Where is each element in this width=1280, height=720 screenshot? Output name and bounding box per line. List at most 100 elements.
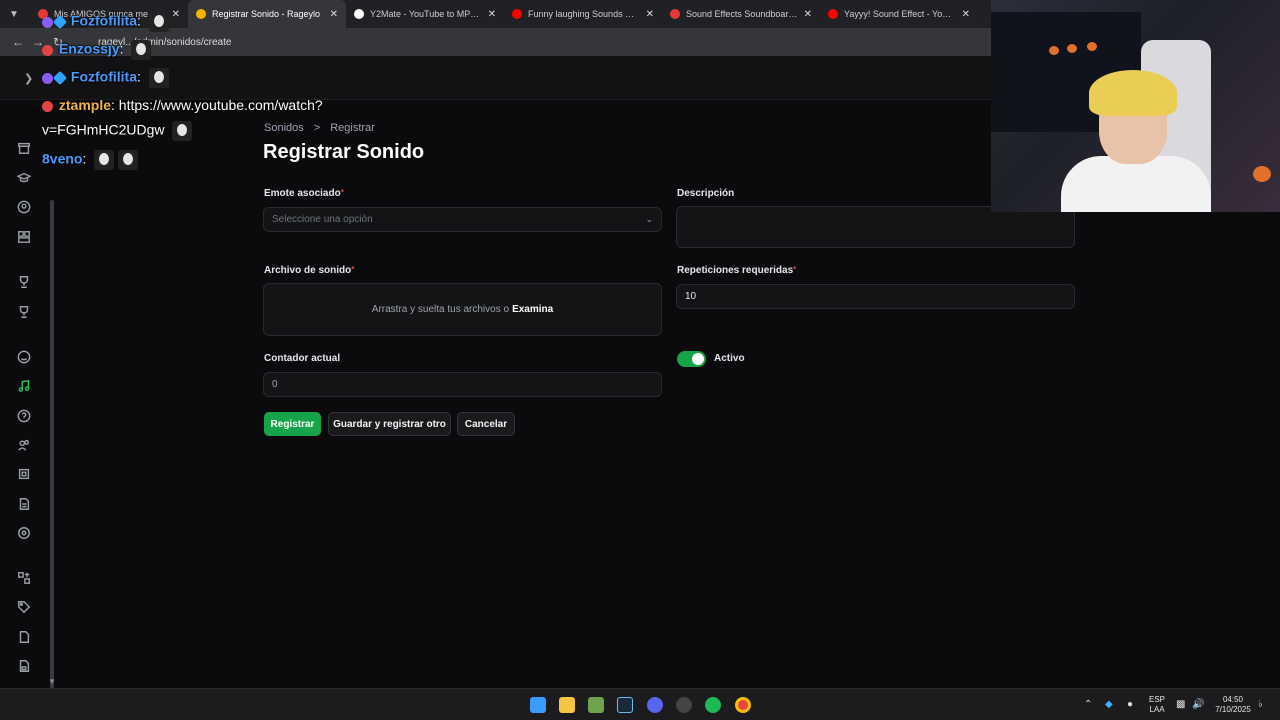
emote-icon (118, 150, 139, 170)
volume-icon[interactable]: 🔊 (1192, 699, 1204, 710)
registrar-button[interactable]: Registrar (264, 412, 321, 436)
chat-message: Fozfofilita: (42, 68, 169, 88)
youtube-favicon-icon (828, 9, 838, 19)
close-icon[interactable]: ✕ (646, 9, 654, 20)
music-note-icon[interactable] (16, 378, 32, 394)
tab-title: Y2Mate - YouTube to MP3 Con (370, 9, 482, 19)
descripcion-label: Descripción (677, 188, 735, 199)
close-icon[interactable]: ✕ (804, 9, 812, 20)
chat-text: https://www.youtube.com/watch? (118, 97, 323, 113)
streamer-shirt (1061, 156, 1211, 212)
minecraft-icon[interactable] (588, 697, 604, 713)
clock[interactable]: 04:50 7/10/2025 (1208, 695, 1258, 715)
site-favicon-icon (196, 9, 206, 19)
page-title: Registrar Sonido (263, 141, 425, 163)
archivo-label: Archivo de sonido* (264, 265, 355, 276)
chat-message-continued: v=FGHmHC2UDgw (42, 121, 193, 141)
scroll-down-arrow-icon[interactable]: ▼ (48, 677, 56, 686)
tab-title: Yayyy! Sound Effect - YouTube (844, 9, 956, 19)
file-dropzone[interactable]: Arrastra y suelta tus archivos o Examina (263, 283, 662, 336)
layout-icon[interactable] (16, 229, 32, 245)
trophy-icon[interactable] (16, 274, 32, 290)
repeticiones-label: Repeticiones requeridas* (677, 265, 797, 276)
guardar-registrar-otro-button[interactable]: Guardar y registrar otro (328, 412, 451, 436)
browser-tab[interactable]: Sound Effects Soundboard - Im ✕ (662, 0, 820, 28)
user-badge-icon (42, 100, 53, 112)
windows-start-icon[interactable] (530, 697, 546, 713)
tab-search-chevron-icon[interactable]: ▼ (4, 4, 24, 24)
obs-icon[interactable] (676, 697, 692, 713)
repeticiones-input[interactable]: 10 (676, 284, 1075, 309)
spotify-icon[interactable] (705, 697, 721, 713)
chat-separator: : (82, 150, 87, 167)
chat-separator: : (137, 12, 141, 29)
close-icon[interactable]: ✕ (330, 9, 338, 20)
close-icon[interactable]: ✕ (172, 9, 180, 20)
users-icon[interactable] (16, 437, 32, 453)
activo-toggle[interactable] (677, 351, 706, 367)
close-icon[interactable]: ✕ (488, 9, 496, 20)
breadcrumb: Sonidos > Registrar (264, 122, 375, 134)
emote-icon (94, 150, 115, 170)
sidebar-scrollbar[interactable]: ▼ (48, 100, 56, 690)
tray-chevron-up-icon[interactable]: ⌃ (1084, 699, 1092, 710)
chat-username: ztample (58, 97, 112, 113)
browse-link[interactable]: Examina (512, 304, 553, 315)
y2mate-favicon-icon (354, 9, 364, 19)
trophy-icon[interactable] (16, 304, 32, 320)
chat-text: v=FGHmHC2UDgw (42, 121, 165, 138)
chat-message: ztample: https://www.youtube.com/watch? (42, 97, 323, 113)
breadcrumb-current: Registrar (330, 122, 375, 134)
dropzone-text: Arrastra y suelta tus archivos o (371, 304, 510, 315)
soundboard-favicon-icon (670, 9, 680, 19)
chat-username: 8veno (42, 150, 83, 167)
cancelar-button[interactable]: Cancelar (457, 412, 515, 436)
smiley-icon[interactable] (16, 349, 32, 365)
pumpkin-decoration (1087, 42, 1097, 51)
chat-message: Enzossjy: (42, 40, 152, 60)
document-icon[interactable] (16, 496, 32, 512)
close-icon[interactable]: ✕ (962, 9, 970, 20)
emote-icon (172, 121, 193, 141)
sub-badge-icon (42, 16, 53, 28)
microphone-icon[interactable]: ● (1127, 699, 1133, 710)
steam-icon[interactable] (617, 697, 633, 713)
input-language[interactable]: ESP LAA (1147, 695, 1167, 715)
back-arrow-icon[interactable]: ← (8, 35, 28, 49)
contador-input[interactable]: 0 (263, 372, 662, 397)
user-circle-icon[interactable] (16, 199, 32, 215)
user-badge-icon (42, 44, 53, 56)
browser-tab-active[interactable]: Registrar Sonido - Rageylo ✕ (188, 0, 346, 28)
browser-tab[interactable]: Y2Mate - YouTube to MP3 Con ✕ (346, 0, 504, 28)
file-lock-icon[interactable] (16, 658, 32, 674)
network-icon[interactable]: ▩ (1176, 699, 1185, 710)
emote-select[interactable]: Seleccione una opción ⌄ (263, 207, 662, 232)
settings-icon[interactable] (16, 525, 32, 541)
file-icon[interactable] (16, 629, 32, 645)
contador-label: Contador actual (264, 353, 341, 364)
chrome-icon[interactable] (735, 697, 751, 713)
tray-app-icon[interactable]: ◆ (1105, 699, 1113, 710)
breadcrumb-link-sonidos[interactable]: Sonidos (264, 122, 304, 134)
pumpkin-decoration (1049, 46, 1059, 55)
help-circle-icon[interactable] (16, 408, 32, 424)
chevron-down-icon: ⌄ (645, 214, 653, 224)
crystal-badge-icon (52, 14, 68, 30)
browser-tab[interactable]: Yayyy! Sound Effect - YouTube ✕ (820, 0, 978, 28)
notification-bell-icon[interactable]: ♭ (1258, 699, 1263, 710)
archive-icon[interactable] (16, 140, 32, 156)
discord-icon[interactable] (647, 697, 663, 713)
puzzle-icon[interactable] (16, 570, 32, 586)
crystal-badge-icon (52, 70, 68, 86)
activo-label: Activo (714, 353, 745, 364)
emote-icon (148, 12, 169, 32)
scrollbar-thumb[interactable] (50, 200, 54, 690)
tag-icon[interactable] (16, 599, 32, 615)
cpu-icon[interactable] (16, 466, 32, 482)
pumpkin-decoration (1067, 44, 1077, 53)
chevron-right-icon[interactable]: ❯ (24, 72, 33, 85)
browser-tab[interactable]: Funny laughing Sounds Effect ✕ (504, 0, 662, 28)
graduation-cap-icon[interactable] (16, 170, 32, 186)
descripcion-textarea[interactable] (676, 206, 1075, 248)
folder-icon[interactable] (559, 697, 575, 713)
